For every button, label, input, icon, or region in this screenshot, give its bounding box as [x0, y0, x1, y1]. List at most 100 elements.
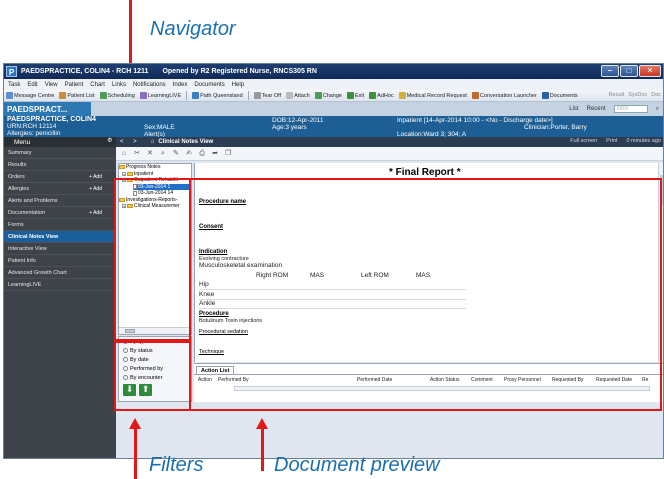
add-orders-button[interactable]: + Add — [89, 174, 102, 180]
sidebar-item-interactive-view[interactable]: Interactive View — [4, 243, 116, 255]
patient-sex: Sex:MALE — [144, 124, 175, 131]
sidebar-item-documentation[interactable]: Documentation + Add — [4, 207, 116, 219]
sidebar-item-learninglive[interactable]: LearningLIVE — [4, 279, 116, 291]
toolbar-medical-record-request[interactable]: Medical Record Request — [398, 92, 467, 99]
sidebar-item-summary[interactable]: Summary — [4, 147, 116, 159]
sidebar-header: Menu Ф — [4, 137, 116, 147]
copy-icon[interactable]: ❐ — [224, 150, 232, 158]
forward-icon[interactable]: ➦ — [211, 150, 219, 158]
search-icon[interactable]: ⌕ — [656, 106, 659, 113]
sidebar-item-alerts-problems[interactable]: Alerts and Problems — [4, 195, 116, 207]
patient-dob-age: DOB:12-Apr-2011 Age:3 years — [272, 117, 324, 131]
attach-icon — [286, 92, 294, 99]
patient-allergies[interactable]: Allergies: penicillin — [7, 130, 96, 137]
patient-dob: DOB:12-Apr-2011 — [272, 117, 324, 124]
sidebar-item-growth-chart[interactable]: Advanced Growth Chart — [4, 267, 116, 279]
menu-documents[interactable]: Documents — [194, 82, 224, 88]
maximize-button[interactable]: □ — [620, 65, 638, 77]
menu-task[interactable]: Task — [8, 82, 20, 88]
toolbar-conversation-launcher[interactable]: Conversation Launcher — [471, 92, 537, 99]
toolbar-exit[interactable]: Exit — [347, 92, 364, 99]
toolbar-patient-list[interactable]: Patient List — [59, 92, 95, 99]
expand-icon[interactable]: + — [122, 171, 126, 176]
menu-patient[interactable]: Patient — [65, 82, 84, 88]
navigator-highlight — [114, 178, 191, 341]
menu-notifications[interactable]: Notifications — [133, 82, 166, 88]
toolbar-tear-off[interactable]: Tear Off — [253, 92, 281, 99]
cut-icon[interactable]: ✂ — [133, 150, 141, 158]
path-queensland-icon — [192, 92, 200, 99]
sidebar-item-clinical-notes-view[interactable]: Clinical Notes View — [4, 231, 116, 243]
message-centre-icon — [6, 92, 13, 99]
filters-highlight — [114, 341, 191, 411]
menu-sidebar: Menu Ф Summary Results Orders + Add Aller… — [4, 137, 116, 458]
sidebar-item-allergies[interactable]: Allergies + Add — [4, 183, 116, 195]
clinical-notes-actions: Full screen Print 0 minutes ago — [561, 138, 661, 144]
toolbar-attach[interactable]: Attach — [286, 92, 310, 99]
menu-view[interactable]: View — [45, 82, 58, 88]
patient-tab[interactable]: PAEDSPRACT... — [4, 102, 93, 116]
toolbar-sysdoc[interactable]: SysDoc — [628, 92, 647, 98]
window-patient-title: PAEDSPRACTICE, COLIN4 - RCH 1211 — [21, 68, 149, 75]
preview-callout: Document preview — [274, 454, 440, 476]
toolbar-path-queensland[interactable]: Path Queensland — [192, 92, 243, 99]
toolbar-separator — [186, 91, 188, 100]
menu-help[interactable]: Help — [232, 82, 244, 88]
tear-off-icon — [253, 92, 261, 99]
patient-search-input[interactable]: MRN — [613, 105, 648, 113]
clinical-notes-header: < > ⌂ Clinical Notes View Full screen Pr… — [116, 137, 663, 147]
home-doc-icon[interactable]: ⌂ — [120, 150, 128, 158]
toolbar-documents[interactable]: Documents — [541, 92, 578, 99]
menu-edit[interactable]: Edit — [27, 82, 37, 88]
scheduling-icon — [99, 92, 107, 99]
menu-links[interactable]: Links — [112, 82, 126, 88]
toolbar-learninglive[interactable]: LearningLIVE — [139, 92, 181, 99]
clinical-notes-title: Clinical Notes View — [158, 139, 214, 145]
folder-icon — [127, 171, 133, 176]
window-controls: – □ ✕ — [600, 65, 661, 77]
add-allergies-button[interactable]: + Add — [89, 186, 102, 192]
menu-chart[interactable]: Chart — [90, 82, 105, 88]
sign-icon[interactable]: ✍ — [185, 150, 193, 158]
toolbar-message-centre[interactable]: Message Centre — [6, 92, 54, 99]
add-documentation-button[interactable]: + Add — [89, 210, 102, 216]
sidebar-item-patient-info[interactable]: Patient Info — [4, 255, 116, 267]
sidebar-item-orders[interactable]: Orders + Add — [4, 171, 116, 183]
learninglive-icon — [139, 92, 147, 99]
close-doc-icon[interactable]: ✕ — [146, 150, 154, 158]
preview-highlight — [189, 178, 662, 411]
menu-index[interactable]: Index — [173, 82, 188, 88]
patient-banner: PAEDSPRACT... List Recent MRN ⌕ PAEDSPRA… — [4, 102, 663, 138]
print-button[interactable]: Print — [606, 138, 617, 144]
toolbar-doc[interactable]: Doc — [651, 92, 661, 98]
conversation-launcher-icon — [471, 92, 479, 99]
close-button[interactable]: ✕ — [639, 65, 661, 77]
filters-callout: Filters — [149, 454, 204, 476]
adhoc-icon — [369, 92, 377, 99]
pin-icon[interactable]: Ф — [107, 138, 112, 144]
list-button[interactable]: List — [569, 106, 578, 112]
toolbar-result[interactable]: Result — [609, 92, 625, 98]
toolbar-adhoc[interactable]: AdHoc — [369, 92, 394, 99]
patient-clinician: Clinician:Porter, Barry — [524, 124, 587, 131]
medical-record-icon — [398, 92, 406, 99]
print-doc-icon[interactable]: ⎙ — [198, 150, 206, 158]
window-opened-by: Opened by R2 Registered Nurse, RNCS305 R… — [162, 68, 317, 75]
refresh-status[interactable]: 0 minutes ago — [626, 138, 661, 144]
toolbar-scheduling[interactable]: Scheduling — [99, 92, 135, 99]
app-logo-icon: P — [6, 66, 17, 77]
toolbar-change[interactable]: Change — [314, 92, 342, 99]
recent-button[interactable]: Recent — [587, 106, 606, 112]
change-icon — [314, 92, 322, 99]
documents-icon — [541, 92, 549, 99]
title-bar: P PAEDSPRACTICE, COLIN4 - RCH 1211 Opene… — [4, 64, 663, 79]
full-screen-button[interactable]: Full screen — [570, 138, 597, 144]
edit-icon[interactable]: ✎ — [172, 150, 180, 158]
find-icon[interactable]: ⌕ — [159, 150, 167, 158]
sidebar-item-results[interactable]: Results — [4, 159, 116, 171]
back-forward-arrows[interactable]: < > — [120, 139, 141, 145]
encounter-info: Inpatient [14-Apr-2014 10:00 - <No - Dis… — [397, 117, 553, 124]
sidebar-item-forms[interactable]: Forms — [4, 219, 116, 231]
minimize-button[interactable]: – — [601, 65, 619, 77]
home-icon[interactable]: ⌂ — [151, 139, 155, 145]
